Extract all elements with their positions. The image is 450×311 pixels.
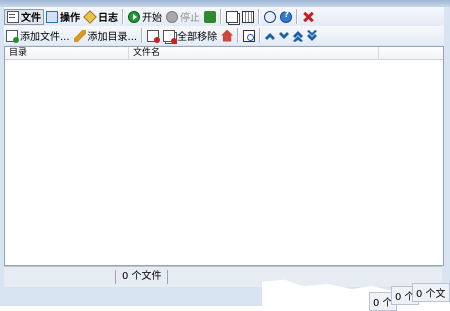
file-toolbar: 添加文件... 添加目录... 全部移除 — [4, 26, 444, 45]
add-file-icon — [6, 29, 19, 43]
main-toolbar: 文件 操作 日志 开始 停止 — [4, 7, 444, 26]
torn-fragment-3: 0 个文 — [412, 283, 450, 302]
app-window: 文件 操作 日志 开始 停止 ? 添加文件... 添加目录... 全部移除 目录… — [0, 0, 450, 311]
add-file-label: 添加文件... — [20, 32, 70, 43]
help-icon — [280, 10, 292, 23]
grid-icon — [242, 10, 254, 23]
start-icon — [128, 10, 140, 23]
search-button[interactable] — [241, 28, 257, 44]
search-icon — [243, 29, 256, 42]
toolbar-separator — [220, 9, 222, 24]
start-label: 开始 — [142, 13, 162, 24]
column-header-directory[interactable]: 目录 — [5, 47, 129, 59]
grid-button[interactable] — [240, 9, 256, 25]
help-button[interactable] — [278, 9, 294, 25]
remove-all-label: 全部移除 — [177, 32, 218, 43]
list-header: 目录 文件名 — [5, 47, 443, 60]
log-icon — [83, 9, 97, 24]
column-header-filename[interactable]: 文件名 — [129, 47, 379, 59]
remove-all-icon — [163, 29, 178, 44]
file-tab-label: 文件 — [21, 13, 41, 24]
log-tab-button[interactable]: 日志 — [82, 9, 120, 25]
remove-all-button[interactable]: 全部移除 — [161, 28, 219, 44]
copy-button[interactable] — [224, 9, 240, 25]
status-bar: 0 个文件 — [4, 266, 442, 287]
add-folder-icon — [73, 29, 86, 42]
close-icon — [302, 11, 314, 23]
add-dir-button[interactable]: 添加目录... — [72, 28, 140, 44]
status-cell-empty — [4, 270, 116, 284]
speech-icon — [264, 10, 276, 23]
remove-icon — [147, 29, 161, 43]
toolbar-separator — [259, 28, 262, 43]
move-bottom-icon[interactable] — [306, 29, 318, 42]
move-top-icon[interactable] — [292, 30, 304, 42]
file-list[interactable]: 目录 文件名 — [4, 46, 444, 266]
close-button[interactable] — [300, 9, 316, 25]
speech-button[interactable] — [262, 9, 278, 25]
stop-icon — [166, 10, 178, 23]
toolbar-separator — [296, 9, 298, 24]
stop-button[interactable]: 停止 — [164, 9, 202, 25]
file-icon — [7, 10, 19, 23]
toolbar-separator — [258, 9, 260, 24]
operation-tab-button[interactable]: 操作 — [44, 9, 82, 25]
toolbar-separator — [237, 28, 240, 43]
toolbar-separator — [141, 28, 144, 43]
file-tab-button[interactable]: 文件 — [4, 8, 44, 25]
operation-tab-label: 操作 — [60, 13, 80, 24]
add-file-button[interactable]: 添加文件... — [4, 28, 72, 44]
status-file-count: 0 个文件 — [116, 270, 168, 284]
title-bar-edge — [0, 0, 450, 7]
refresh-button[interactable] — [202, 9, 218, 25]
operation-icon — [46, 10, 58, 23]
home-button[interactable] — [219, 28, 235, 44]
column-header-extra[interactable] — [379, 47, 443, 59]
stop-label: 停止 — [180, 13, 200, 24]
start-button[interactable]: 开始 — [126, 9, 164, 25]
move-up-icon[interactable] — [264, 30, 276, 42]
refresh-icon — [204, 10, 216, 23]
move-down-icon[interactable] — [278, 30, 290, 42]
home-icon — [221, 29, 234, 42]
copy-icon — [226, 10, 238, 23]
remove-button[interactable] — [145, 28, 161, 44]
log-tab-label: 日志 — [98, 13, 118, 24]
add-dir-label: 添加目录... — [87, 32, 138, 43]
toolbar-separator — [122, 9, 124, 24]
